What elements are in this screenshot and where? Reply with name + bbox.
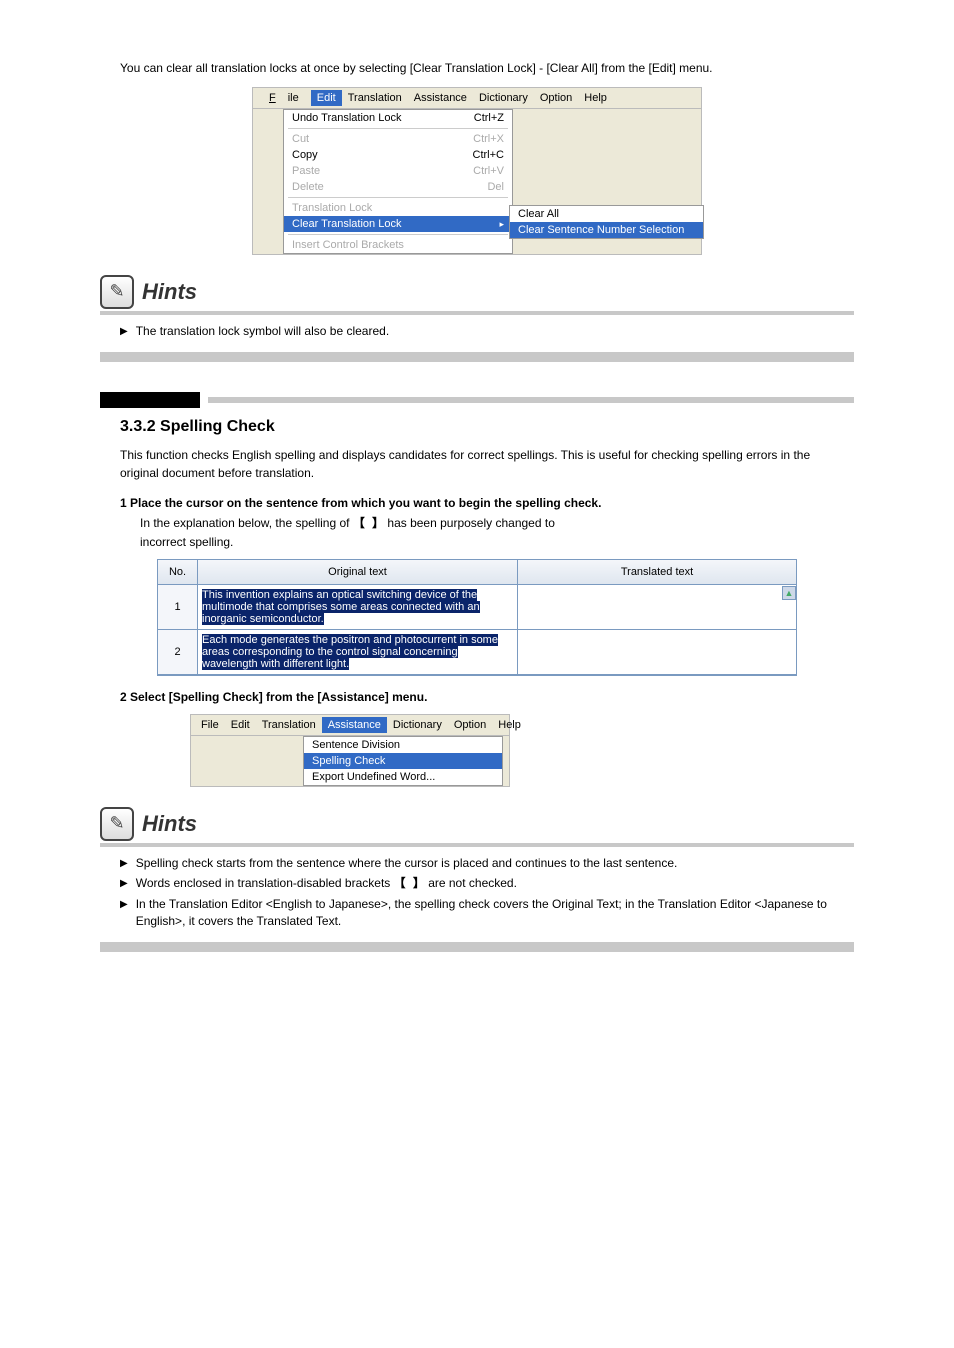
hint-item: ▶ The translation lock symbol will also … — [120, 323, 854, 340]
menu-help[interactable]: Help — [578, 90, 613, 106]
menu-option[interactable]: Option — [534, 90, 578, 106]
intro-text: You can clear all translation locks at o… — [120, 60, 834, 77]
row-number: 2 — [158, 630, 198, 674]
translated-cell[interactable] — [518, 630, 796, 674]
menubar: File Edit Translation Assistance Diction… — [191, 715, 509, 736]
menuitem-insert-control-brackets: Insert Control Brackets — [284, 237, 512, 253]
section-title: 3.3.2 Spelling Check — [120, 418, 834, 436]
translation-table: No. Original text Translated text 1 This… — [157, 559, 797, 676]
submenu-clear-all[interactable]: Clear All — [510, 206, 703, 222]
submenu-clear-sentence-number[interactable]: Clear Sentence Number Selection — [510, 222, 703, 238]
triangle-icon: ▶ — [120, 877, 128, 891]
menuitem-cut: CutCtrl+X — [284, 131, 512, 147]
menu-edit[interactable]: Edit — [225, 717, 256, 733]
edit-dropdown: Undo Translation LockCtrl+Z CutCtrl+X Co… — [283, 109, 513, 254]
triangle-icon: ▶ — [120, 857, 128, 871]
menu-dictionary[interactable]: Dictionary — [473, 90, 534, 106]
hints-title: Hints — [142, 279, 197, 305]
menubar: File Edit Translation Assistance Diction… — [253, 88, 701, 109]
menu-translation[interactable]: Translation — [342, 90, 408, 106]
col-original: Original text — [198, 560, 518, 584]
menu-option[interactable]: Option — [448, 717, 492, 733]
assistance-dropdown: Sentence Division Spelling Check Export … — [303, 736, 503, 786]
menu-assistance[interactable]: Assistance — [322, 717, 387, 733]
menuitem-spelling-check[interactable]: Spelling Check — [304, 753, 502, 769]
table-row[interactable]: 1 This invention explains an optical swi… — [158, 585, 796, 630]
menu-assistance[interactable]: Assistance — [408, 90, 473, 106]
menu-file[interactable]: File — [257, 90, 311, 106]
col-no: No. — [158, 560, 198, 584]
step-1-note-2: incorrect spelling. — [140, 535, 834, 549]
menuitem-export-undefined[interactable]: Export Undefined Word... — [304, 769, 502, 785]
pen-icon: ✎ — [100, 275, 134, 309]
menuitem-clear-translation-lock[interactable]: Clear Translation Lock — [284, 216, 512, 232]
clear-lock-submenu: Clear All Clear Sentence Number Selectio… — [509, 205, 704, 239]
hints-block-1: ✎ Hints ▶ The translation lock symbol wi… — [100, 275, 854, 362]
original-cell[interactable]: This invention explains an optical switc… — [198, 585, 518, 629]
step-2-label: 2 Select [Spelling Check] from the [Assi… — [120, 690, 834, 704]
menu-dictionary[interactable]: Dictionary — [387, 717, 448, 733]
step-1-note: In the explanation below, the spelling o… — [140, 514, 834, 531]
hints-title: Hints — [142, 811, 197, 837]
table-row[interactable]: 2 Each mode generates the positron and p… — [158, 630, 796, 675]
hints-block-2: ✎ Hints ▶ Spelling check starts from the… — [100, 807, 854, 952]
divider-bar — [100, 352, 854, 362]
original-cell[interactable]: Each mode generates the positron and pho… — [198, 630, 518, 674]
menu-translation[interactable]: Translation — [256, 717, 322, 733]
hint-item: ▶ Words enclosed in translation-disabled… — [120, 875, 854, 892]
menuitem-delete: DeleteDel — [284, 179, 512, 195]
pen-icon: ✎ — [100, 807, 134, 841]
section-desc: This function checks English spelling an… — [120, 446, 834, 482]
menuitem-translation-lock: Translation Lock — [284, 200, 512, 216]
menuitem-paste: PasteCtrl+V — [284, 163, 512, 179]
step-1-label: 1 Place the cursor on the sentence from … — [120, 496, 834, 510]
menu-edit[interactable]: Edit — [311, 90, 342, 106]
menu-file[interactable]: File — [195, 717, 225, 733]
hint-item: ▶ Spelling check starts from the sentenc… — [120, 855, 854, 872]
triangle-icon: ▶ — [120, 898, 128, 912]
col-translated: Translated text — [518, 560, 796, 584]
menuitem-copy[interactable]: CopyCtrl+C — [284, 147, 512, 163]
row-number: 1 — [158, 585, 198, 629]
divider-bar — [100, 942, 854, 952]
triangle-icon: ▶ — [120, 325, 128, 339]
hint-item: ▶ In the Translation Editor <English to … — [120, 896, 854, 930]
bracket-icon: 【 】 — [394, 876, 425, 890]
menuitem-undo[interactable]: Undo Translation LockCtrl+Z — [284, 110, 512, 126]
section-header — [100, 392, 854, 408]
app-window-edit-menu: File Edit Translation Assistance Diction… — [252, 87, 702, 255]
menuitem-sentence-division[interactable]: Sentence Division — [304, 737, 502, 753]
app-window-assistance-menu: File Edit Translation Assistance Diction… — [190, 714, 510, 787]
scroll-up-icon[interactable]: ▲ — [782, 586, 796, 600]
bracket-icon: 【 】 — [353, 516, 384, 530]
translated-cell[interactable] — [518, 585, 796, 629]
menu-help[interactable]: Help — [492, 717, 527, 733]
